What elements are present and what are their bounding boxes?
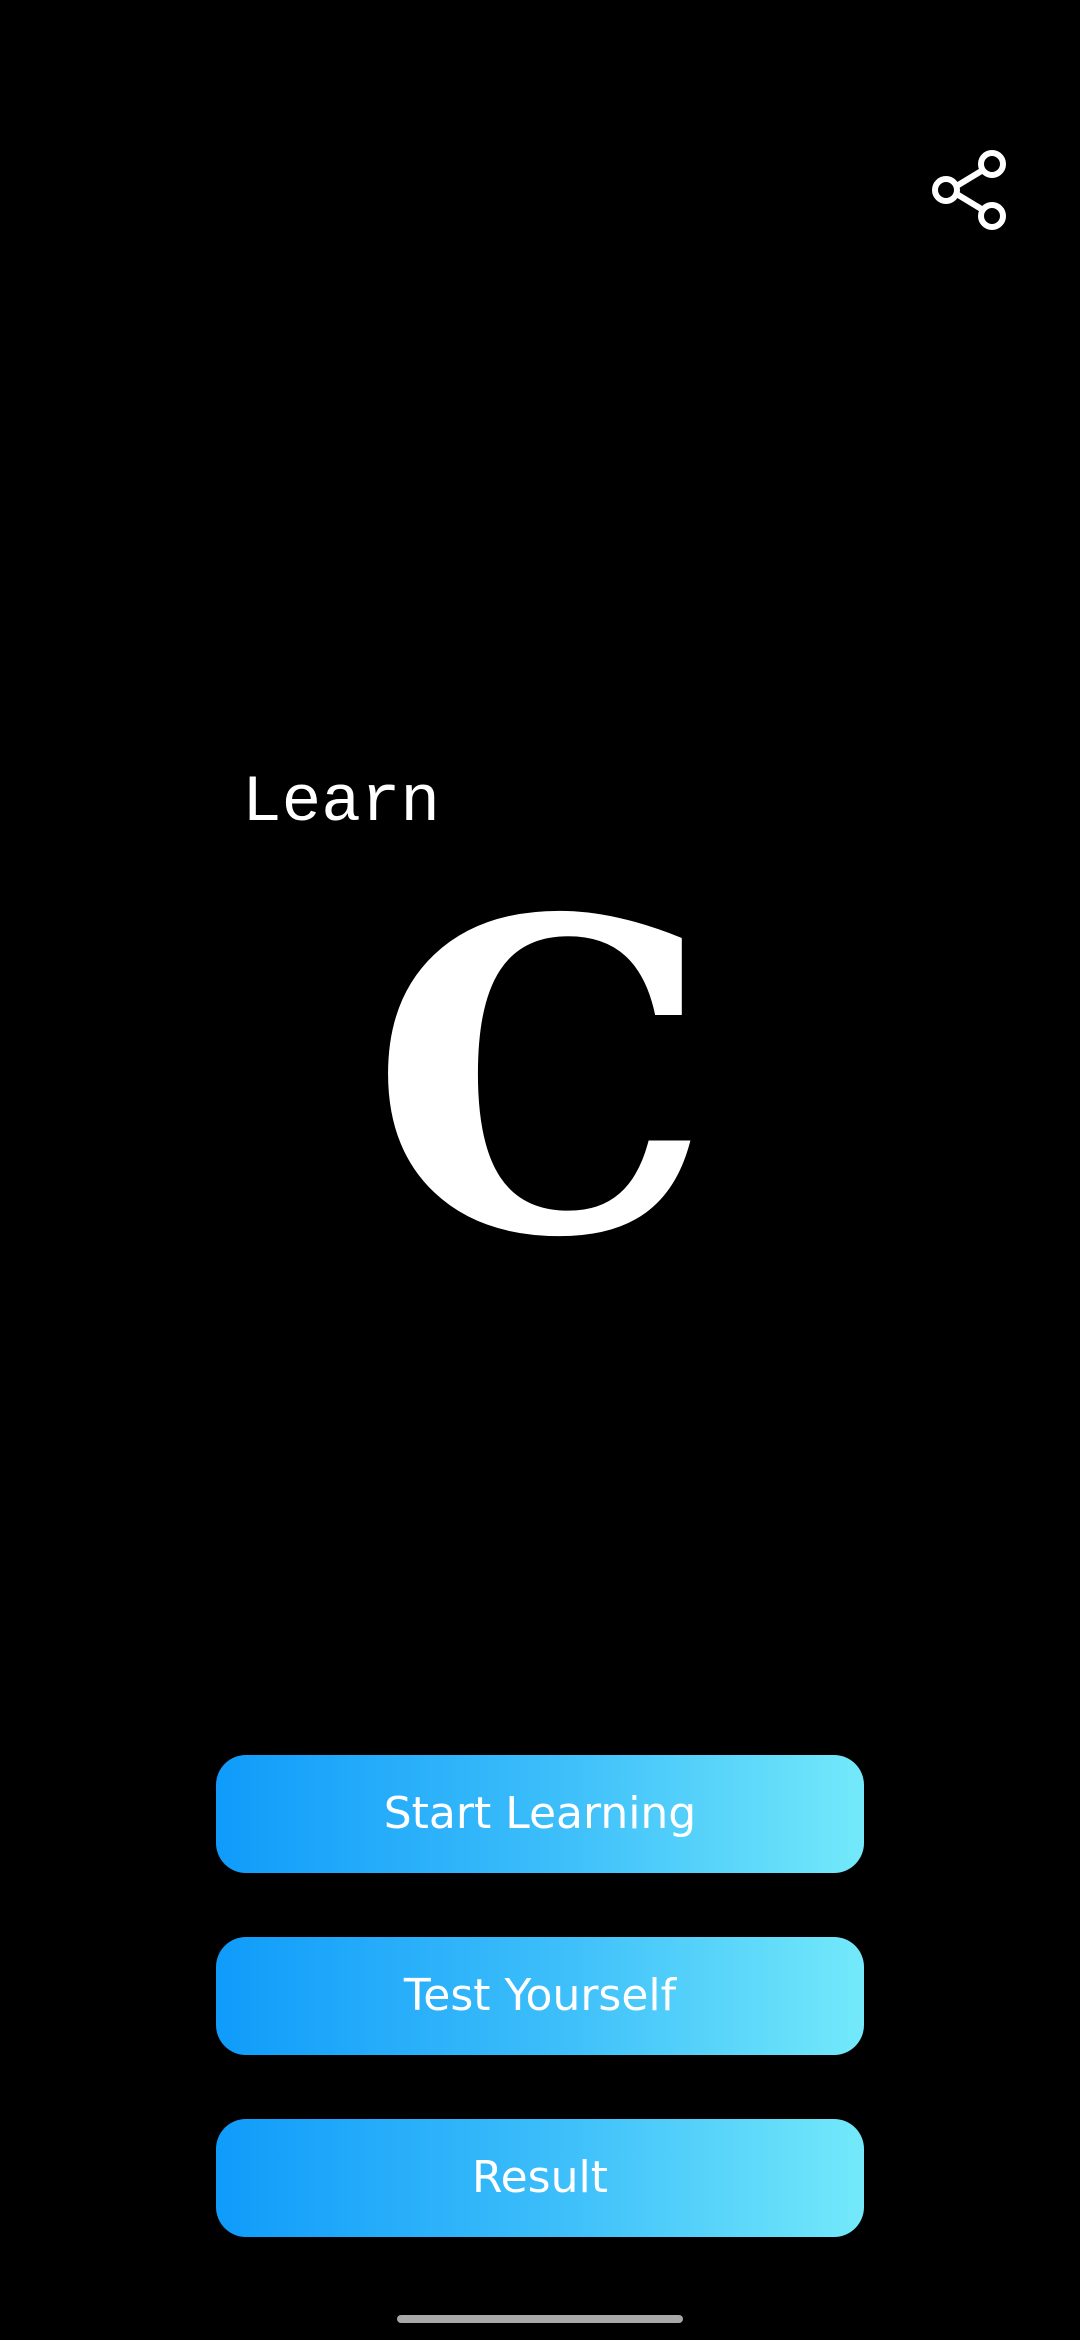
share-button[interactable] <box>926 145 1016 235</box>
share-icon <box>932 150 1006 230</box>
test-yourself-button[interactable]: Test Yourself <box>216 1937 864 2055</box>
start-learning-button[interactable]: Start Learning <box>216 1755 864 1873</box>
result-button[interactable]: Result <box>216 2119 864 2237</box>
home-indicator[interactable] <box>397 2315 683 2323</box>
c-logo: C <box>370 827 713 1332</box>
